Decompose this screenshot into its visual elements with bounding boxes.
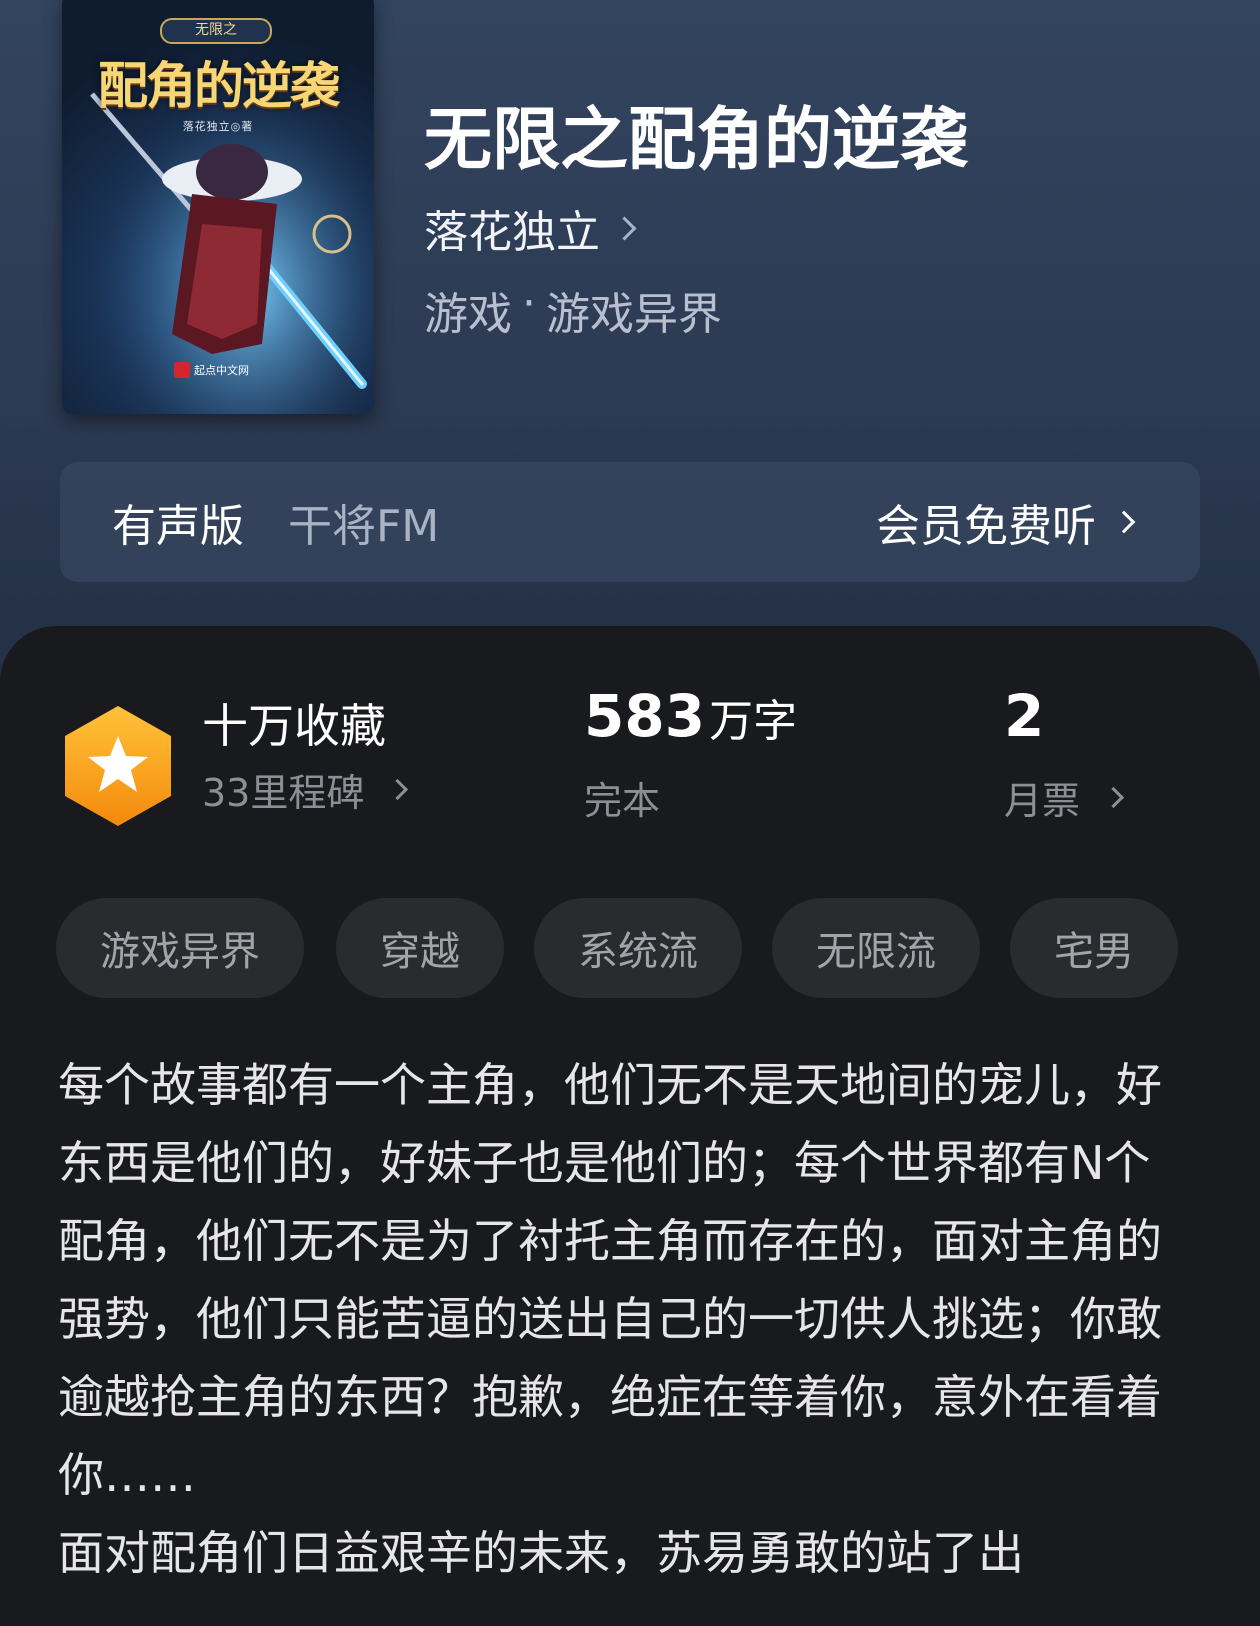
synopsis-paragraph: 面对配角们日益艰辛的未来，苏易勇敢的站了出: [58, 1526, 1024, 1580]
tag-chip[interactable]: 穿越: [336, 898, 504, 998]
chevron-right-icon: [1102, 786, 1125, 809]
author-name: 落花独立: [424, 207, 600, 258]
cover-title-text: 配角的逆袭: [98, 56, 340, 115]
cover-publisher: 起点中文网: [174, 362, 249, 378]
collection-stat-title: 十万收藏: [202, 699, 386, 753]
member-free-listen-label: 会员免费听: [876, 501, 1096, 552]
milestone-link[interactable]: 33里程碑: [202, 762, 409, 817]
milestone-label: 33里程碑: [202, 771, 365, 815]
genre-main[interactable]: 游戏: [424, 278, 512, 342]
tag-chip[interactable]: 无限流: [772, 898, 980, 998]
word-count: 583 万字: [584, 682, 797, 750]
word-count-unit: 万字: [709, 696, 798, 747]
audio-version-bar[interactable]: 有声版 干将FM 会员免费听: [60, 462, 1200, 582]
star-medal-icon: [65, 706, 171, 826]
audio-provider: 干将FM: [288, 501, 440, 552]
monthly-ticket-label: 月票: [1004, 779, 1081, 823]
chevron-right-icon: [612, 215, 637, 241]
cover-publisher-text: 起点中文网: [194, 364, 249, 377]
tag-chip[interactable]: 游戏异界: [56, 898, 304, 998]
completion-status: 完本: [584, 770, 660, 825]
book-cover-image[interactable]: 无限之 配角的逆袭 落花独立◎著 起点中文网: [62, 0, 374, 414]
author-link[interactable]: 落花独立: [424, 196, 637, 260]
chevron-right-icon: [1112, 510, 1136, 534]
monthly-ticket-count: 2: [1004, 682, 1045, 750]
cover-author-text: 落花独立◎著: [182, 120, 254, 133]
book-title: 无限之配角的逆袭: [424, 100, 969, 180]
book-header: 无限之 配角的逆袭 落花独立◎著 起点中文网 无限之配角的逆袭 落花独立 游戏 …: [0, 0, 1260, 640]
audio-version-label: 有声版: [112, 501, 244, 552]
word-count-number: 583: [584, 682, 706, 750]
book-synopsis[interactable]: 每个故事都有一个主角，他们无不是天地间的宠儿，好东西是他们的，好妹子也是他们的；…: [58, 1046, 1178, 1592]
synopsis-paragraph: 每个故事都有一个主角，他们无不是天地间的宠儿，好东西是他们的，好妹子也是他们的；…: [58, 1058, 1162, 1502]
genre-row: 游戏 · 游戏异界: [424, 278, 722, 342]
member-free-listen-button[interactable]: 会员免费听: [876, 490, 1136, 554]
publisher-logo-icon: [174, 362, 190, 378]
tag-chip[interactable]: 系统流: [534, 898, 742, 998]
genre-separator: ·: [522, 278, 536, 329]
genre-sub[interactable]: 游戏异界: [546, 278, 722, 342]
monthly-ticket-link[interactable]: 月票: [1004, 770, 1125, 825]
tag-chip[interactable]: 宅男: [1010, 898, 1178, 998]
cover-series-label: 无限之: [160, 18, 272, 44]
monthly-tickets: 2: [1004, 682, 1044, 750]
chevron-right-icon: [387, 778, 409, 801]
completion-status-label: 完本: [584, 779, 661, 823]
